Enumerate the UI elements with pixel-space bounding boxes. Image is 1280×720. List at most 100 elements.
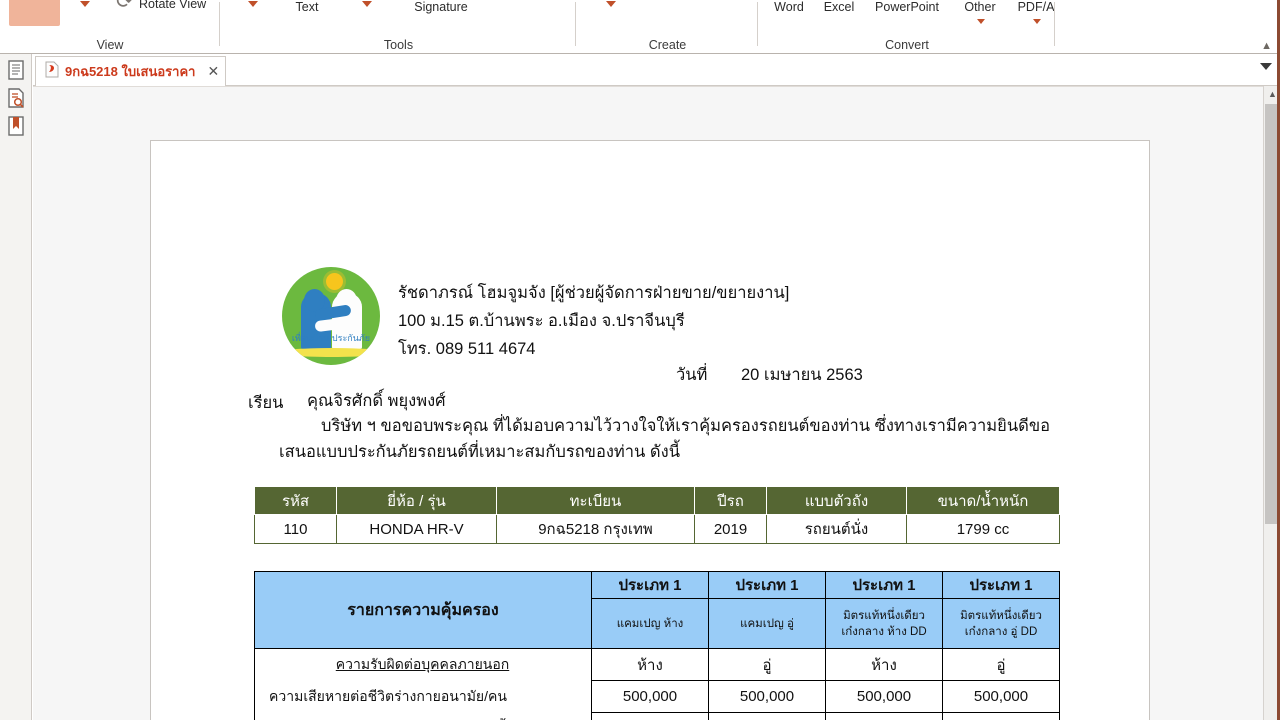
coverage-section-heading-row: ความรับผิดต่อบุคคลภายนอก ห้าง อู่ ห้าง อ…: [254, 648, 1060, 681]
convert-to-pdfa-label-2: PDF/A: [1017, 0, 1055, 14]
convert-to-excel-button[interactable]: To Excel: [815, 0, 863, 14]
vehicle-cell: รถยนต์นั่ง: [766, 514, 907, 544]
request-signature-label-2: Signature: [414, 0, 468, 14]
ribbon-group-label-tools: Tools: [383, 38, 414, 52]
ribbon-separator: [1054, 2, 1055, 46]
coverage-value: 10,000,000: [825, 712, 943, 720]
coverage-table-title: รายการความคุ้มครอง: [254, 571, 592, 649]
ribbon-collapse-chevron-up-icon[interactable]: ▲: [1261, 40, 1272, 52]
vehicle-header-cell: ยี่ห้อ / รุ่น: [336, 486, 497, 515]
contact-line-1: รัชดาภรณ์ โฮมจูมจัง [ผู้ช่วยผู้จัดการฝ่า…: [398, 284, 790, 302]
package-type: ประเภท 1: [708, 571, 826, 599]
vehicle-cell: 1799 cc: [906, 514, 1060, 544]
type-text-label-2: Text: [295, 0, 319, 14]
bookmarks-icon[interactable]: [6, 115, 26, 137]
garage-type: ห้าง: [825, 648, 943, 681]
vehicle-info-table: รหัส ยี่ห้อ / รุ่น ทะเบียน ปีรถ แบบตัวถั…: [254, 486, 1060, 544]
ribbon-group-label-view: View: [96, 38, 124, 52]
convert-pdfa-caret-icon[interactable]: [1033, 19, 1041, 25]
coverage-table: รายการความคุ้มครอง ประเภท 1 ประเภท 1 ประ…: [254, 571, 1060, 720]
coverage-value: 500,000: [708, 680, 826, 713]
package-name: แคมเปญ อู่: [708, 598, 826, 649]
search-document-icon[interactable]: [6, 87, 26, 109]
select-tool-button[interactable]: Select: [225, 0, 281, 7]
convert-to-powerpoint-label-2: PowerPoint: [875, 0, 939, 14]
type-text-button[interactable]: Type Text: [283, 0, 331, 14]
ribbon-group-label-create: Create: [648, 38, 687, 52]
coverage-value: 500,000: [942, 680, 1060, 713]
coverage-value: 10,000,000: [591, 712, 709, 720]
coverage-row: ความเสียหายต่อชีวิตร่างกายอนามัย/ครั้ง 1…: [254, 712, 1060, 720]
document-tab-strip: 9กฉ5218 ใบเสนอราคา ✕: [33, 54, 1280, 86]
request-signature-button[interactable]: Request Signature: [403, 0, 479, 14]
garage-type: อู่: [708, 648, 826, 681]
convert-to-other-button[interactable]: To Other: [951, 0, 1009, 28]
quicksign-button[interactable]: QuickSign: [331, 0, 403, 7]
workspace: 9กฉ5218 ใบเสนอราคา ✕ เพื่อนบ้าน ประกันภั…: [0, 54, 1280, 720]
logo-caption: เพื่อนบ้าน ประกันภัย: [291, 333, 371, 343]
navigation-rail: [0, 54, 32, 720]
quicksign-dropdown-caret-icon[interactable]: [362, 1, 372, 7]
ribbon-separator: [575, 2, 576, 46]
ribbon-group-label-convert: Convert: [885, 38, 929, 52]
hand-tool-highlight: [9, 0, 60, 26]
vehicle-header-cell: แบบตัวถัง: [766, 486, 907, 515]
package-type: ประเภท 1: [825, 571, 943, 599]
create-pdf-dropdown-caret-icon[interactable]: [606, 1, 616, 7]
ribbon-separator: [219, 2, 220, 46]
vehicle-table-header-row: รหัส ยี่ห้อ / รุ่น ทะเบียน ปีรถ แบบตัวถั…: [254, 486, 1060, 515]
rotate-view-label: Rotate View: [139, 0, 207, 11]
date-label: วันที่: [676, 366, 708, 384]
convert-to-word-button[interactable]: To Word: [763, 0, 815, 14]
logo-ground: [282, 348, 380, 357]
zoom-tool-button[interactable]: Zoom: [62, 0, 108, 7]
coverage-row-label: ความเสียหายต่อชีวิตร่างกายอนามัย/คน: [254, 680, 592, 713]
coverage-package-type-row: รายการความคุ้มครอง ประเภท 1 ประเภท 1 ประ…: [254, 571, 1060, 649]
company-logo: เพื่อนบ้าน ประกันภัย: [282, 267, 380, 365]
package-name: แคมเปญ ห้าง: [591, 598, 709, 649]
convert-to-powerpoint-button[interactable]: To PowerPoint: [863, 0, 951, 14]
vehicle-header-cell: ขนาด/น้ำหนัก: [906, 486, 1060, 515]
vehicle-header-cell: ปีรถ: [694, 486, 767, 515]
convert-other-caret-icon[interactable]: [977, 19, 985, 25]
coverage-row-label: ความเสียหายต่อชีวิตร่างกายอนามัย/ครั้ง: [254, 712, 592, 720]
vehicle-header-cell: ทะเบียน: [496, 486, 695, 515]
recipient-name: คุณจิรศักดิ์ พยุงพงศ์: [307, 392, 446, 410]
coverage-value: 10,000,000: [942, 712, 1060, 720]
ribbon-group-create: PDF Combine Portfolio Create: [577, 0, 758, 53]
ribbon-group-tools: Select Type Text QuickSign Request Signa…: [221, 0, 576, 53]
ribbon-toolbar: Hand Zoom ⟳ Rotate View View Select Type…: [0, 0, 1280, 54]
zoom-dropdown-caret-icon[interactable]: [80, 1, 90, 7]
coverage-section-heading: ความรับผิดต่อบุคคลภายนอก: [254, 648, 592, 681]
tab-list-chevron-down-icon[interactable]: [1260, 63, 1272, 70]
pdf-page: เพื่อนบ้าน ประกันภัย รัชดาภรณ์ โฮมจูมจัง…: [150, 140, 1150, 720]
create-pdf-button[interactable]: PDF: [589, 0, 633, 7]
garage-type: อู่: [942, 648, 1060, 681]
document-tab[interactable]: 9กฉ5218 ใบเสนอราคา ✕: [35, 56, 227, 86]
convert-to-word-label-2: Word: [774, 0, 804, 14]
convert-to-excel-label-2: Excel: [823, 0, 855, 14]
convert-to-other-label-2: Other: [964, 0, 996, 14]
coverage-value: 500,000: [825, 680, 943, 713]
vehicle-table-row: 110 HONDA HR-V 9กฉ5218 กรุงเทพ 2019 รถยน…: [254, 514, 1060, 544]
vehicle-header-cell: รหัส: [254, 486, 337, 515]
garage-type: ห้าง: [591, 648, 709, 681]
contact-line-3: โทร. 089 511 4674: [398, 340, 536, 358]
logo-sun-icon: [326, 273, 343, 290]
package-name: มิตรแท้หนึ่งเดียว เก๋งกลาง ห้าง DD: [825, 598, 943, 649]
select-dropdown-caret-icon[interactable]: [248, 1, 258, 7]
package-name: มิตรแท้หนึ่งเดียว เก๋งกลาง อู่ DD: [942, 598, 1060, 649]
pdf-file-icon: [44, 61, 59, 83]
vehicle-cell: 9กฉ5218 กรุงเทพ: [496, 514, 695, 544]
ribbon-separator: [757, 2, 758, 46]
rotate-clockwise-icon[interactable]: ⟳: [116, 0, 134, 12]
package-type: ประเภท 1: [591, 571, 709, 599]
document-viewport[interactable]: เพื่อนบ้าน ประกันภัย รัชดาภรณ์ โฮมจูมจัง…: [33, 86, 1263, 720]
close-tab-icon[interactable]: ✕: [207, 63, 219, 80]
convert-to-pdfa-button[interactable]: To PDF/A: [1007, 0, 1065, 28]
date-value: 20 เมษายน 2563: [741, 366, 863, 384]
vehicle-cell: HONDA HR-V: [336, 514, 497, 544]
document-tab-title: 9กฉ5218 ใบเสนอราคา: [65, 64, 196, 79]
page-thumbnails-icon[interactable]: [6, 59, 26, 81]
ribbon-group-view: Hand Zoom ⟳ Rotate View View: [0, 0, 220, 53]
